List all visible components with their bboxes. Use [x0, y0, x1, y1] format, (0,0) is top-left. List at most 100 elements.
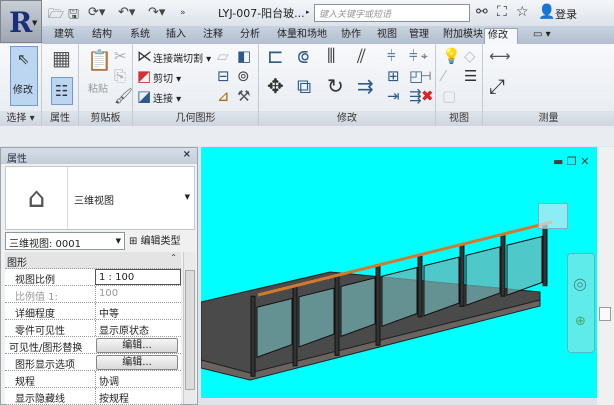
search-input[interactable]: 键入关键字或短语	[314, 4, 470, 22]
3d-view-canvas[interactable]: ▬ ❐ ✕ ◎ ⊕	[201, 147, 597, 398]
close-icon[interactable]: ×	[183, 149, 191, 160]
application-menu-button[interactable]: R ▼	[0, 0, 42, 43]
panel-select: ⇖ 修改 选择 ▾	[0, 44, 42, 126]
graphic-display-edit-button[interactable]: 编辑...	[96, 355, 178, 370]
match-properties-icon[interactable]: 🖌	[114, 88, 133, 104]
restore-icon[interactable]: ❐	[567, 155, 577, 168]
mirror-axis-icon[interactable]: ⫴	[327, 46, 335, 66]
tab-analyze[interactable]: 分析	[237, 28, 263, 44]
aligned-dimension-icon[interactable]: ⤢	[489, 76, 505, 96]
star-icon[interactable]: ☆	[516, 4, 529, 20]
view-scrollbar[interactable]	[597, 147, 614, 405]
join-button[interactable]: 连接 ▾	[153, 90, 181, 105]
railing-post	[292, 285, 298, 367]
property-value[interactable]: 协调	[95, 371, 181, 388]
tab-structure[interactable]: 结构	[89, 28, 115, 44]
tab-systems[interactable]: 系统	[127, 28, 153, 44]
select-panel-label[interactable]: 选择 ▾	[0, 111, 41, 126]
rotate-icon[interactable]: ↻	[327, 76, 344, 96]
minimize-icon[interactable]: ▬	[553, 155, 563, 168]
tab-insert[interactable]: 插入	[163, 28, 189, 44]
open-icon[interactable]: 🗁	[48, 5, 64, 27]
cut-geometry-button[interactable]: 剪切 ▾	[153, 70, 181, 85]
tab-architecture[interactable]: 建筑	[51, 28, 77, 44]
glass-panel	[506, 235, 543, 296]
edit-type-label: 编辑类型	[140, 236, 181, 247]
view-scale-input[interactable]: 1 : 100	[95, 269, 181, 285]
tab-annotate[interactable]: 注释	[200, 28, 226, 44]
trim-multiple-icon[interactable]: ⇶	[409, 88, 422, 104]
paint-icon[interactable]: ⊿	[217, 88, 230, 104]
selection-box-icon[interactable]: ▢	[442, 88, 456, 104]
sync-icon[interactable]: ⟳▾	[88, 5, 105, 20]
property-key: 视图比例	[15, 275, 55, 286]
unpin-icon[interactable]: ⌖	[421, 48, 428, 64]
trim-single-icon[interactable]: ⇥	[387, 88, 400, 104]
zoom-icon[interactable]: ⊕	[575, 314, 586, 329]
hide-icon[interactable]: ◇	[464, 48, 476, 64]
delete-icon[interactable]: ✖	[421, 88, 434, 104]
tab-manage[interactable]: 管理	[406, 28, 432, 44]
tab-massing-site[interactable]: 体量和场地	[274, 28, 330, 44]
split-face-icon[interactable]: ⊟	[217, 68, 230, 84]
steering-wheel-icon[interactable]: ◎	[573, 274, 587, 293]
tab-view[interactable]: 视图	[374, 28, 400, 44]
properties-button[interactable]: ☷	[51, 77, 73, 105]
chevron-down-icon: ▼	[115, 237, 121, 245]
copy-element-icon[interactable]: ⧉	[297, 76, 311, 96]
viewcube[interactable]	[538, 203, 568, 229]
properties-palette: 属性 × ⌂ 三维视图 ▼ 三维视图: 0001 ▼ ⊞ 编辑类型 图形 ⌃ 视图比例…	[0, 147, 198, 405]
tab-collaborate[interactable]: 协作	[338, 28, 364, 44]
pin-icon[interactable]: ⊣	[421, 68, 431, 84]
close-icon[interactable]: ✕	[580, 155, 589, 168]
linework-icon[interactable]: ⁄	[442, 68, 445, 84]
copy-icon[interactable]: ⎘	[114, 68, 126, 84]
save-icon[interactable]: 🖫	[68, 5, 79, 27]
binoculars-icon[interactable]: ⚯	[476, 4, 488, 20]
instance-selector[interactable]: 三维视图: 0001 ▼	[5, 232, 125, 250]
tab-panel-toggle[interactable]: ▭ ▾	[530, 28, 554, 44]
mirror-draw-icon[interactable]: ⫽	[357, 46, 366, 66]
modify-button[interactable]: ⇖ 修改	[10, 46, 38, 106]
group-header-graphics[interactable]: 图形 ⌃	[5, 252, 181, 269]
type-properties-icon[interactable]: ▦	[52, 48, 71, 68]
scrollbar-thumb[interactable]	[599, 307, 611, 321]
modify-panel-label: 修改	[259, 111, 435, 126]
align-icon[interactable]: ⊏	[267, 46, 284, 66]
properties-scrollbar[interactable]	[183, 252, 196, 404]
login-link[interactable]: 登录	[555, 6, 577, 22]
trim-extend-icon[interactable]: ⇉	[357, 76, 374, 96]
expand-icon[interactable]: ▸	[306, 8, 310, 16]
measure-distance-icon[interactable]: ⟷	[489, 48, 511, 64]
cut-icon[interactable]: ✂	[114, 48, 127, 64]
undo-icon[interactable]: ↶▾	[118, 5, 135, 20]
demolish-icon[interactable]: ⊚	[237, 68, 250, 84]
scrollbar-thumb[interactable]	[185, 270, 195, 390]
split-gap-icon[interactable]: ⫩	[409, 48, 418, 64]
tab-modify[interactable]: 修改	[484, 28, 518, 44]
type-selector[interactable]: ⌂ 三维视图 ▼	[5, 166, 195, 230]
hammer-icon[interactable]: ⚒	[237, 88, 250, 104]
tab-add-ins[interactable]: 附加模块	[440, 28, 486, 44]
property-value[interactable]: 中等	[95, 303, 181, 320]
lightbulb-icon[interactable]: 💡	[442, 48, 461, 64]
offset-icon[interactable]: ⟃	[297, 46, 309, 66]
communication-icon[interactable]: ⛶	[497, 4, 507, 20]
move-icon[interactable]: ✥	[267, 76, 284, 96]
property-value[interactable]: 按规程	[95, 388, 181, 405]
redo-icon[interactable]: ↷▾	[148, 5, 165, 20]
override-icon[interactable]: ☰	[464, 68, 477, 84]
edit-type-button[interactable]: ⊞ 编辑类型	[129, 232, 181, 247]
visibility-edit-button[interactable]: 编辑...	[96, 338, 178, 353]
array-icon[interactable]: ⊞	[387, 68, 400, 84]
more-icon[interactable]: »	[180, 8, 186, 18]
paste-icon[interactable]: 📋	[87, 50, 112, 70]
property-value[interactable]: 显示原状态	[95, 320, 181, 337]
split-icon[interactable]: ⫩	[387, 48, 396, 64]
user-icon[interactable]: 👤	[538, 4, 555, 20]
wall-joins-icon[interactable]: ▱	[217, 48, 229, 64]
properties-title: 属性	[7, 154, 27, 165]
instance-value: 三维视图: 0001	[9, 239, 81, 250]
cut-profile-icon[interactable]: ◧	[237, 48, 251, 64]
cope-button[interactable]: 连接端切割 ▾	[153, 50, 211, 65]
